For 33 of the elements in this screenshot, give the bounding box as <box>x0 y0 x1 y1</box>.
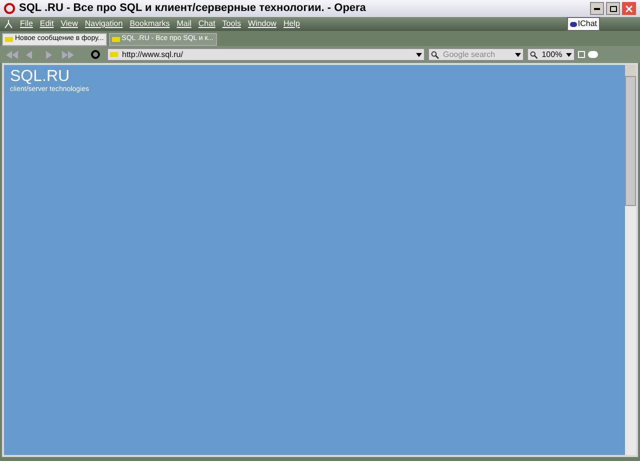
menu-item[interactable]: Help <box>283 18 300 30</box>
close-button[interactable] <box>622 2 636 15</box>
menu-item[interactable]: Edit <box>40 18 54 30</box>
dropdown-icon <box>515 52 521 56</box>
address-field[interactable]: http://www.sql.ru/ <box>107 48 425 61</box>
menu-item[interactable]: Tools <box>222 18 241 30</box>
toolbar-icon[interactable] <box>588 51 598 58</box>
menu-item[interactable]: Mail <box>176 18 192 30</box>
magnifier-icon <box>530 50 538 58</box>
page-icon <box>5 37 13 42</box>
menu-item[interactable]: File <box>20 18 33 30</box>
restore-icon <box>610 6 616 12</box>
menu-item[interactable]: Bookmarks <box>130 18 170 30</box>
menu-item[interactable]: Chat <box>198 18 216 30</box>
dropdown-icon <box>566 52 572 56</box>
menu-item[interactable]: View <box>60 18 78 30</box>
minimize-icon <box>594 8 600 10</box>
chat-badge[interactable]: IChat <box>566 17 600 31</box>
dropdown-icon <box>416 52 422 56</box>
menu-item[interactable]: Navigation <box>84 18 123 30</box>
menu-item[interactable]: Window <box>248 18 276 30</box>
reload-icon[interactable] <box>91 50 100 59</box>
scrollbar[interactable] <box>625 65 636 455</box>
page-icon <box>110 52 118 57</box>
minimize-button[interactable] <box>590 2 604 15</box>
page-icon <box>112 37 120 42</box>
site-logo: SQL.RU <box>10 68 70 86</box>
close-icon <box>625 4 633 12</box>
window-title: SQL .RU - Все про SQL и клиент/серверные технологии. - Opera <box>19 1 366 16</box>
search-field[interactable]: Google search <box>428 48 524 61</box>
zoom-field[interactable]: 100% <box>527 48 575 61</box>
restore-button[interactable] <box>606 2 620 15</box>
search-icon <box>431 50 439 58</box>
